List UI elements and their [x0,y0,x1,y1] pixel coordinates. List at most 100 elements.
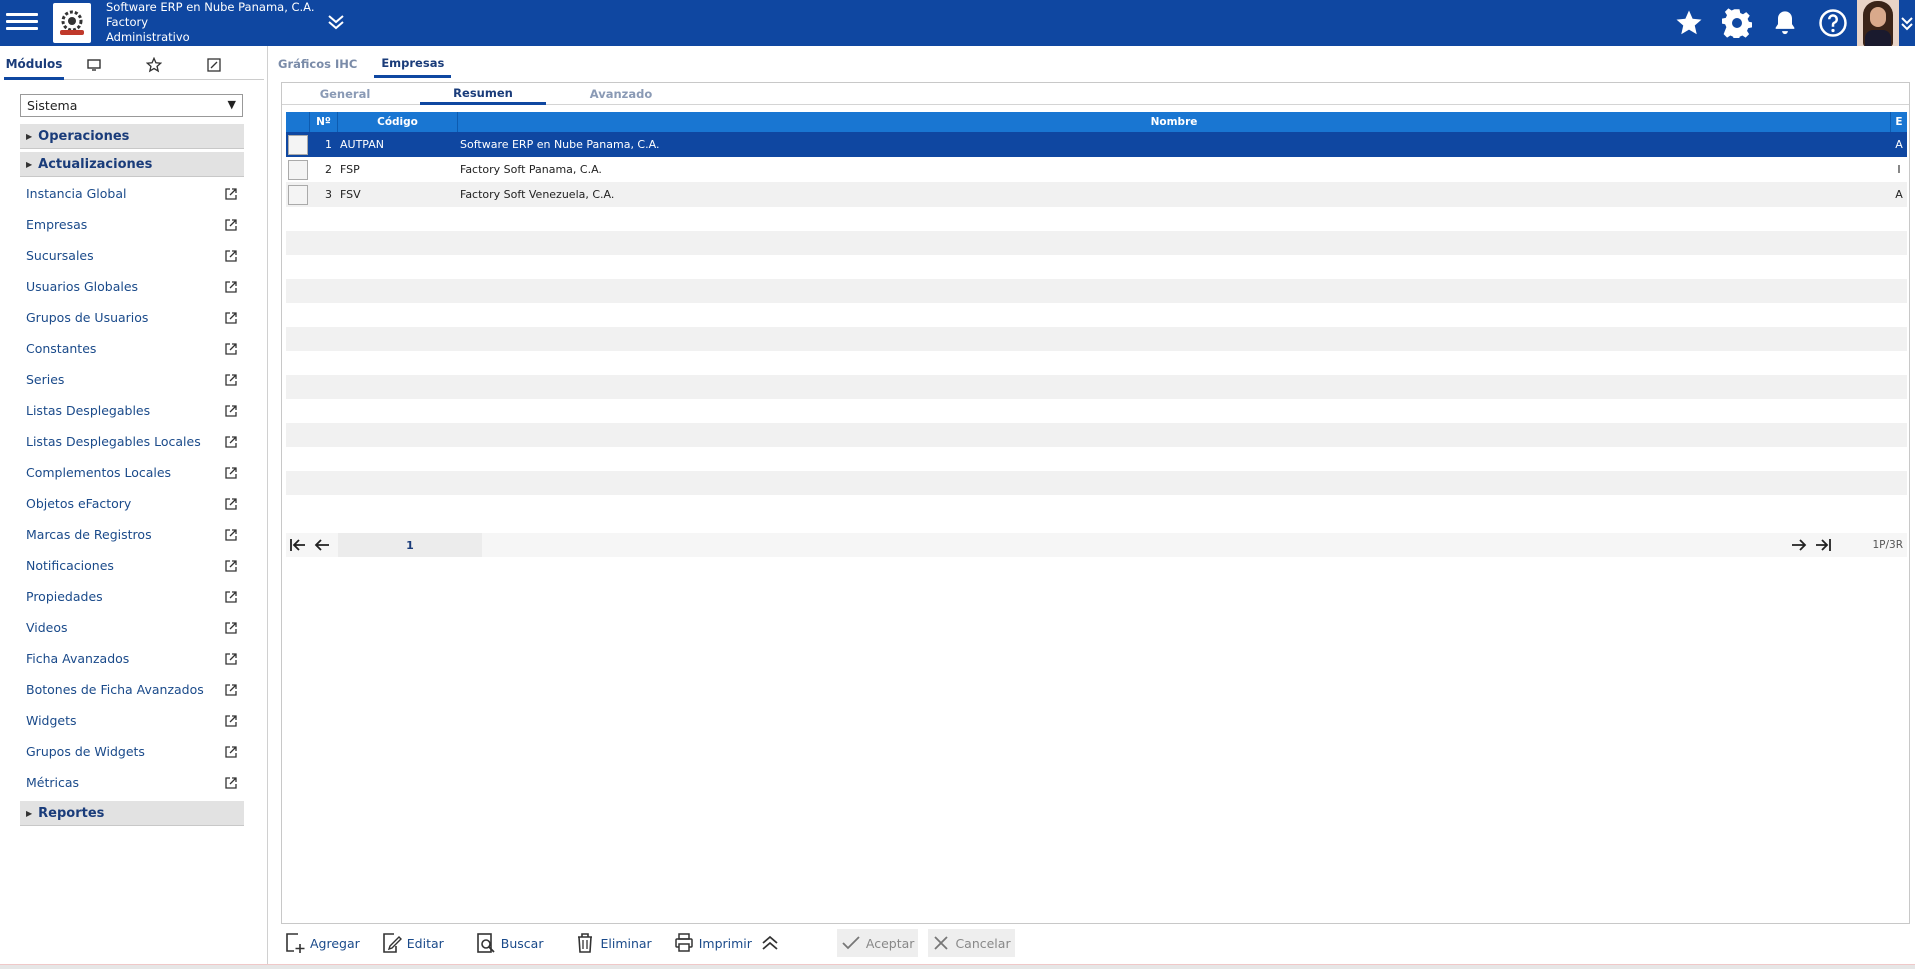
chevron-down-icon[interactable] [1899,0,1915,46]
prev-page-icon[interactable] [310,533,334,557]
sidebar-item-label: Constantes [26,341,97,356]
external-link-icon[interactable] [224,745,238,759]
sidebar-item[interactable]: Instancia Global [20,178,244,209]
double-chevron-down-icon[interactable] [326,12,346,32]
tab-monitor[interactable] [64,50,124,80]
table-row[interactable]: 3 FSV Factory Soft Venezuela, C.A. A [286,182,1907,207]
caret-right-icon: ▶ [26,131,33,141]
cell-code: FSP [340,163,360,176]
external-link-icon[interactable] [224,342,238,356]
external-link-icon[interactable] [224,466,238,480]
section-reportes[interactable]: ▶ Reportes [20,801,244,826]
sidebar-item[interactable]: Métricas [20,767,244,798]
cell-status: A [1895,188,1903,201]
cancel-button[interactable]: Cancelar [928,929,1015,957]
first-page-icon[interactable] [286,533,310,557]
external-link-icon[interactable] [224,590,238,604]
subtab-general[interactable]: General [282,83,408,105]
next-page-icon[interactable] [1787,533,1811,557]
printer-icon [674,933,693,952]
sidebar-item[interactable]: Botones de Ficha Avanzados [20,674,244,705]
sidebar-item[interactable]: Notificaciones [20,550,244,581]
accept-button[interactable]: Aceptar [836,929,919,957]
header-code[interactable]: Código [338,112,458,132]
sidebar-item[interactable]: Objetos eFactory [20,488,244,519]
tab-graficos-ihc[interactable]: Gráficos IHC [271,50,364,78]
row-select[interactable] [286,132,310,157]
external-link-icon[interactable] [224,280,238,294]
module-select[interactable]: Sistema ▼ [20,94,243,117]
sidebar-item[interactable]: Marcas de Registros [20,519,244,550]
section-label: Actualizaciones [38,156,153,172]
sidebar-item[interactable]: Constantes [20,333,244,364]
section-operaciones[interactable]: ▶ Operaciones [20,124,244,149]
header-name[interactable]: Nombre [458,112,1891,132]
external-link-icon[interactable] [224,218,238,232]
user-avatar[interactable] [1857,0,1899,46]
monitor-icon [87,59,101,71]
edit-button[interactable]: Editar [378,929,448,957]
sidebar-item[interactable]: Usuarios Globales [20,271,244,302]
external-link-icon[interactable] [224,528,238,542]
subtab-resumen[interactable]: Resumen [420,83,546,105]
table-row[interactable]: 1 AUTPAN Software ERP en Nube Panama, C.… [286,132,1907,157]
sidebar-item[interactable]: Empresas [20,209,244,240]
star-icon[interactable] [1665,0,1713,46]
sidebar-item[interactable]: Widgets [20,705,244,736]
empty-row [286,327,1907,351]
external-link-icon[interactable] [224,621,238,635]
table-row[interactable]: 2 FSP Factory Soft Panama, C.A. I [286,157,1907,182]
sidebar-item[interactable]: Videos [20,612,244,643]
external-link-icon[interactable] [224,714,238,728]
sidebar-item[interactable]: Sucursales [20,240,244,271]
subtab-avanzado[interactable]: Avanzado [558,83,684,105]
sidebar-item[interactable]: Ficha Avanzados [20,643,244,674]
external-link-icon[interactable] [224,311,238,325]
gear-icon[interactable] [1713,0,1761,46]
external-link-icon[interactable] [224,497,238,511]
sidebar-item-label: Sucursales [26,248,94,263]
sidebar-item-label: Complementos Locales [26,465,172,480]
external-link-icon[interactable] [224,776,238,790]
header-status[interactable]: E [1891,112,1907,132]
sidebar-item-label: Botones de Ficha Avanzados [26,682,204,697]
accept-label: Aceptar [865,935,915,951]
print-button[interactable]: Imprimir [670,929,756,957]
delete-button[interactable]: Eliminar [571,929,655,957]
sidebar-item[interactable]: Grupos de Usuarios [20,302,244,333]
sidebar-item[interactable]: Listas Desplegables [20,395,244,426]
sidebar-item[interactable]: Complementos Locales [20,457,244,488]
external-link-icon[interactable] [224,683,238,697]
external-link-icon[interactable] [224,435,238,449]
external-link-icon[interactable] [224,652,238,666]
sidebar-item[interactable]: Grupos de Widgets [20,736,244,767]
header-num[interactable]: Nº [310,112,338,132]
external-link-icon[interactable] [224,249,238,263]
add-button[interactable]: Agregar [281,929,364,957]
page-number[interactable]: 1 [338,533,482,557]
row-select[interactable] [286,157,310,182]
row-select[interactable] [286,182,310,207]
hamburger-menu-icon[interactable] [6,9,38,37]
sidebar-item[interactable]: Listas Desplegables Locales [20,426,244,457]
external-link-icon[interactable] [224,187,238,201]
tab-empresas[interactable]: Empresas [374,50,452,78]
sidebar-item[interactable]: Propiedades [20,581,244,612]
sidebar-item-label: Listas Desplegables [26,403,151,418]
external-link-icon[interactable] [224,373,238,387]
last-page-icon[interactable] [1811,533,1835,557]
sidebar-item-label: Propiedades [26,589,103,604]
tab-notes[interactable] [184,50,244,80]
main-area: Gráficos IHC Empresas General Resumen Av… [271,46,1915,969]
tab-modulos[interactable]: Módulos [4,50,64,80]
tab-favorites[interactable] [124,50,184,80]
empty-row [286,255,1907,279]
search-button[interactable]: Buscar [472,929,548,957]
external-link-icon[interactable] [224,404,238,418]
external-link-icon[interactable] [224,559,238,573]
bell-icon[interactable] [1761,0,1809,46]
double-chevron-up-icon[interactable] [756,929,789,957]
help-icon[interactable] [1809,0,1857,46]
sidebar-item[interactable]: Series [20,364,244,395]
section-actualizaciones[interactable]: ▶ Actualizaciones [20,152,244,177]
